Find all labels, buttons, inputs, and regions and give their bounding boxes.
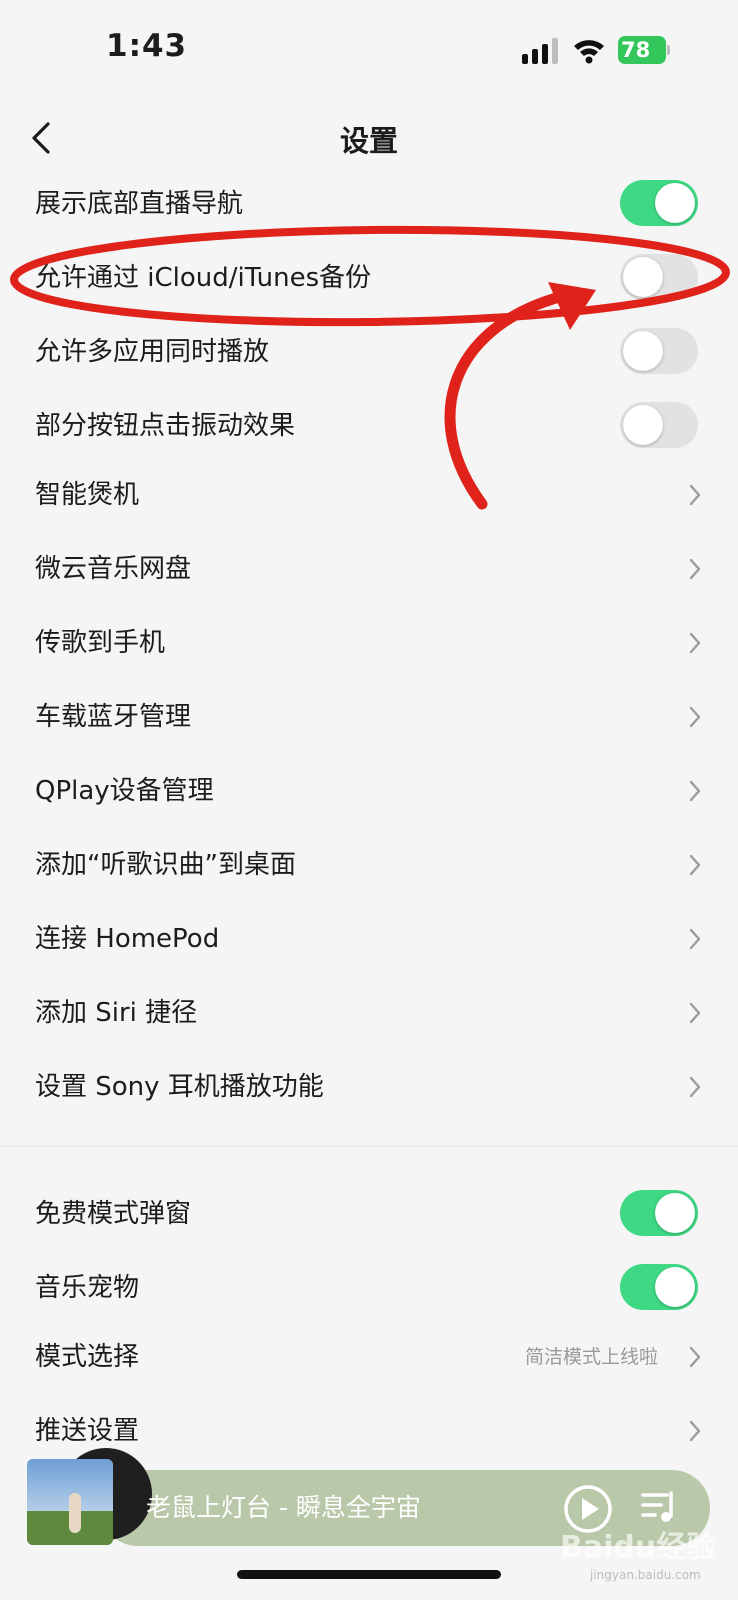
chevron-right-icon xyxy=(689,706,701,728)
setting-burn-in[interactable]: 智能煲机 xyxy=(0,458,738,532)
toggle-switch[interactable] xyxy=(620,402,698,448)
chevron-right-icon xyxy=(689,1002,701,1024)
setting-transfer-songs[interactable]: 传歌到手机 xyxy=(0,606,738,680)
battery-level: 78 xyxy=(618,36,666,64)
album-cover[interactable] xyxy=(27,1459,113,1545)
status-time: 1:43 xyxy=(106,28,188,64)
setting-sony-headphones[interactable]: 设置 Sony 耳机播放功能 xyxy=(0,1050,738,1124)
chevron-right-icon xyxy=(689,1346,701,1368)
setting-weiyun-disk[interactable]: 微云音乐网盘 xyxy=(0,532,738,606)
setting-label: 允许通过 iCloud/iTunes备份 xyxy=(35,263,372,293)
toggle-switch[interactable] xyxy=(620,1190,698,1236)
setting-icloud-backup[interactable]: 允许通过 iCloud/iTunes备份 xyxy=(0,241,738,315)
setting-free-mode-popup[interactable]: 免费模式弹窗 xyxy=(0,1177,738,1251)
chevron-right-icon xyxy=(689,632,701,654)
battery-icon: 78 xyxy=(618,36,670,64)
setting-label: 允许多应用同时播放 xyxy=(35,337,270,367)
setting-value: 简洁模式上线啦 xyxy=(524,1346,658,1368)
setting-car-bluetooth[interactable]: 车载蓝牙管理 xyxy=(0,680,738,754)
chevron-right-icon xyxy=(689,484,701,506)
toggle-switch[interactable] xyxy=(620,180,698,226)
chevron-right-icon xyxy=(689,1420,701,1442)
home-indicator xyxy=(237,1570,501,1579)
setting-label: 添加 Siri 捷径 xyxy=(35,998,198,1028)
setting-siri-shortcut[interactable]: 添加 Siri 捷径 xyxy=(0,976,738,1050)
setting-label: 添加“听歌识曲”到桌面 xyxy=(35,850,296,880)
status-bar: 1:43 78 xyxy=(0,0,738,100)
setting-homepod[interactable]: 连接 HomePod xyxy=(0,902,738,976)
watermark: Baidu经验 xyxy=(560,1530,717,1565)
setting-mode-select[interactable]: 模式选择 简洁模式上线啦 xyxy=(0,1320,738,1394)
chevron-right-icon xyxy=(689,780,701,802)
setting-vibration[interactable]: 部分按钮点击振动效果 xyxy=(0,389,738,463)
setting-label: 模式选择 xyxy=(35,1342,140,1372)
setting-label: 展示底部直播导航 xyxy=(35,189,244,219)
page-title: 设置 xyxy=(339,124,398,158)
toggle-switch[interactable] xyxy=(620,1264,698,1310)
setting-label: 部分按钮点击振动效果 xyxy=(35,411,296,441)
setting-label: 传歌到手机 xyxy=(35,628,166,658)
wifi-icon xyxy=(574,40,604,64)
setting-label: 智能煲机 xyxy=(35,480,140,510)
setting-label: 设置 Sony 耳机播放功能 xyxy=(35,1072,324,1102)
setting-label: 微云音乐网盘 xyxy=(35,554,192,584)
signal-icon xyxy=(522,38,558,64)
playlist-icon[interactable] xyxy=(641,1490,679,1524)
chevron-right-icon xyxy=(689,928,701,950)
setting-label: 车载蓝牙管理 xyxy=(35,702,192,732)
setting-qplay[interactable]: QPlay设备管理 xyxy=(0,754,738,828)
setting-label: QPlay设备管理 xyxy=(35,776,214,806)
setting-label: 连接 HomePod xyxy=(35,924,220,954)
chevron-right-icon xyxy=(689,854,701,876)
watermark-url: jingyan.baidu.com xyxy=(590,1568,701,1582)
toggle-switch[interactable] xyxy=(620,254,698,300)
setting-multi-app-play[interactable]: 允许多应用同时播放 xyxy=(0,315,738,389)
toggle-switch[interactable] xyxy=(620,328,698,374)
chevron-right-icon xyxy=(689,1076,701,1098)
chevron-right-icon xyxy=(689,558,701,580)
setting-label: 免费模式弹窗 xyxy=(35,1199,192,1229)
setting-music-pet[interactable]: 音乐宠物 xyxy=(0,1251,738,1325)
section-divider xyxy=(0,1145,738,1147)
song-title[interactable]: 老鼠上灯台 - 瞬息全宇宙 xyxy=(146,1470,421,1546)
setting-song-recognition-shortcut[interactable]: 添加“听歌识曲”到桌面 xyxy=(0,828,738,902)
setting-label: 音乐宠物 xyxy=(35,1273,140,1303)
setting-live-nav[interactable]: 展示底部直播导航 xyxy=(0,167,738,241)
